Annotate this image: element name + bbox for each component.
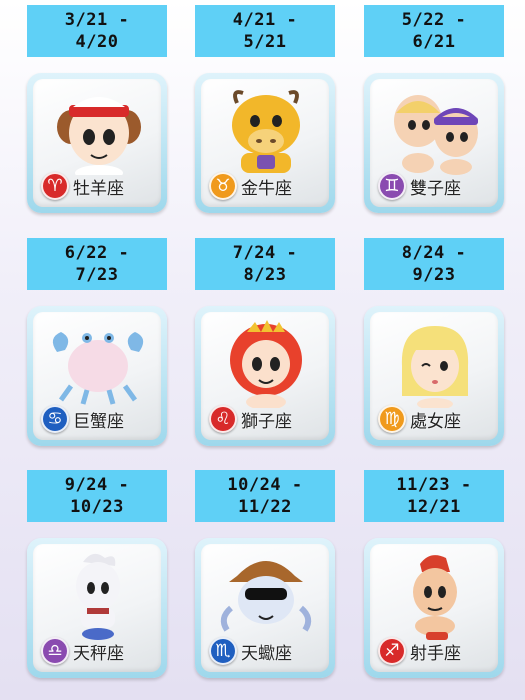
sign-name: 天秤座 (73, 643, 124, 664)
date-end: 9/23 (412, 265, 456, 285)
date-range: 6/22 - 7/23 (27, 238, 167, 290)
taurus-mascot-icon (232, 90, 300, 173)
libra-mascot-icon (76, 553, 120, 640)
date-end: 4/20 (75, 32, 119, 52)
sign-name: 巨蟹座 (73, 411, 124, 432)
zodiac-card[interactable]: ♊ 雙子座 (364, 73, 504, 213)
gemini-mascot-icon (394, 95, 478, 175)
date-start: 7/24 - (232, 243, 298, 263)
date-end: 12/21 (407, 497, 461, 517)
sagittarius-icon: ♐ (378, 637, 406, 665)
sign-name: 射手座 (410, 643, 461, 664)
date-start: 3/21 - (64, 10, 130, 30)
virgo-icon: ♍ (378, 405, 406, 433)
zodiac-card[interactable]: ♍ 處女座 (364, 306, 504, 446)
zodiac-card[interactable]: ♋ 巨蟹座 (27, 306, 167, 446)
date-range: 3/21 - 4/20 (27, 5, 167, 57)
date-end: 7/23 (75, 265, 119, 285)
date-range: 4/21 - 5/21 (195, 5, 335, 57)
leo-icon: ♌ (209, 405, 237, 433)
gemini-icon: ♊ (378, 172, 406, 200)
zodiac-card[interactable]: ♎ 天秤座 (27, 538, 167, 678)
date-range: 9/24 - 10/23 (27, 470, 167, 522)
date-start: 4/21 - (232, 10, 298, 30)
aries-icon: ♈ (41, 172, 69, 200)
date-start: 6/22 - (64, 243, 130, 263)
leo-mascot-icon (230, 320, 302, 408)
cancer-mascot-icon (52, 332, 144, 405)
sign-name: 雙子座 (410, 178, 461, 199)
date-start: 5/22 - (401, 10, 467, 30)
zodiac-card[interactable]: ♐ 射手座 (364, 538, 504, 678)
date-range: 8/24 - 9/23 (364, 238, 504, 290)
sign-name: 獅子座 (241, 411, 292, 432)
date-end: 5/21 (243, 32, 287, 52)
date-end: 6/21 (412, 32, 456, 52)
taurus-icon: ♉ (209, 172, 237, 200)
scorpio-icon: ♏ (209, 637, 237, 665)
sign-name: 牡羊座 (73, 178, 124, 199)
aries-mascot-icon (57, 97, 141, 175)
cancer-icon: ♋ (41, 405, 69, 433)
date-end: 11/22 (238, 497, 292, 517)
date-range: 5/22 - 6/21 (364, 5, 504, 57)
date-start: 8/24 - (401, 243, 467, 263)
date-end: 10/23 (70, 497, 124, 517)
zodiac-card[interactable]: ♌ 獅子座 (195, 306, 335, 446)
sign-name: 金牛座 (241, 178, 292, 199)
date-start: 11/23 - (396, 475, 472, 495)
date-start: 10/24 - (227, 475, 303, 495)
date-range: 7/24 - 8/23 (195, 238, 335, 290)
date-range: 11/23 - 12/21 (364, 470, 504, 522)
sign-name: 處女座 (410, 411, 461, 432)
scorpio-mascot-icon (220, 561, 312, 632)
virgo-mascot-icon (401, 326, 469, 408)
zodiac-card[interactable]: ♈ 牡羊座 (27, 73, 167, 213)
date-end: 8/23 (243, 265, 287, 285)
date-start: 9/24 - (64, 475, 130, 495)
libra-icon: ♎ (41, 637, 69, 665)
zodiac-card[interactable]: ♉ 金牛座 (195, 73, 335, 213)
date-range: 10/24 - 11/22 (195, 470, 335, 522)
sign-name: 天蠍座 (241, 643, 292, 664)
sagittarius-mascot-icon (413, 555, 457, 640)
zodiac-grid: 3/21 - 4/20 ♈ 牡羊座 4/21 - 5/21 ♉ 金牛座 5/22… (0, 0, 525, 700)
zodiac-card[interactable]: ♏ 天蠍座 (195, 538, 335, 678)
